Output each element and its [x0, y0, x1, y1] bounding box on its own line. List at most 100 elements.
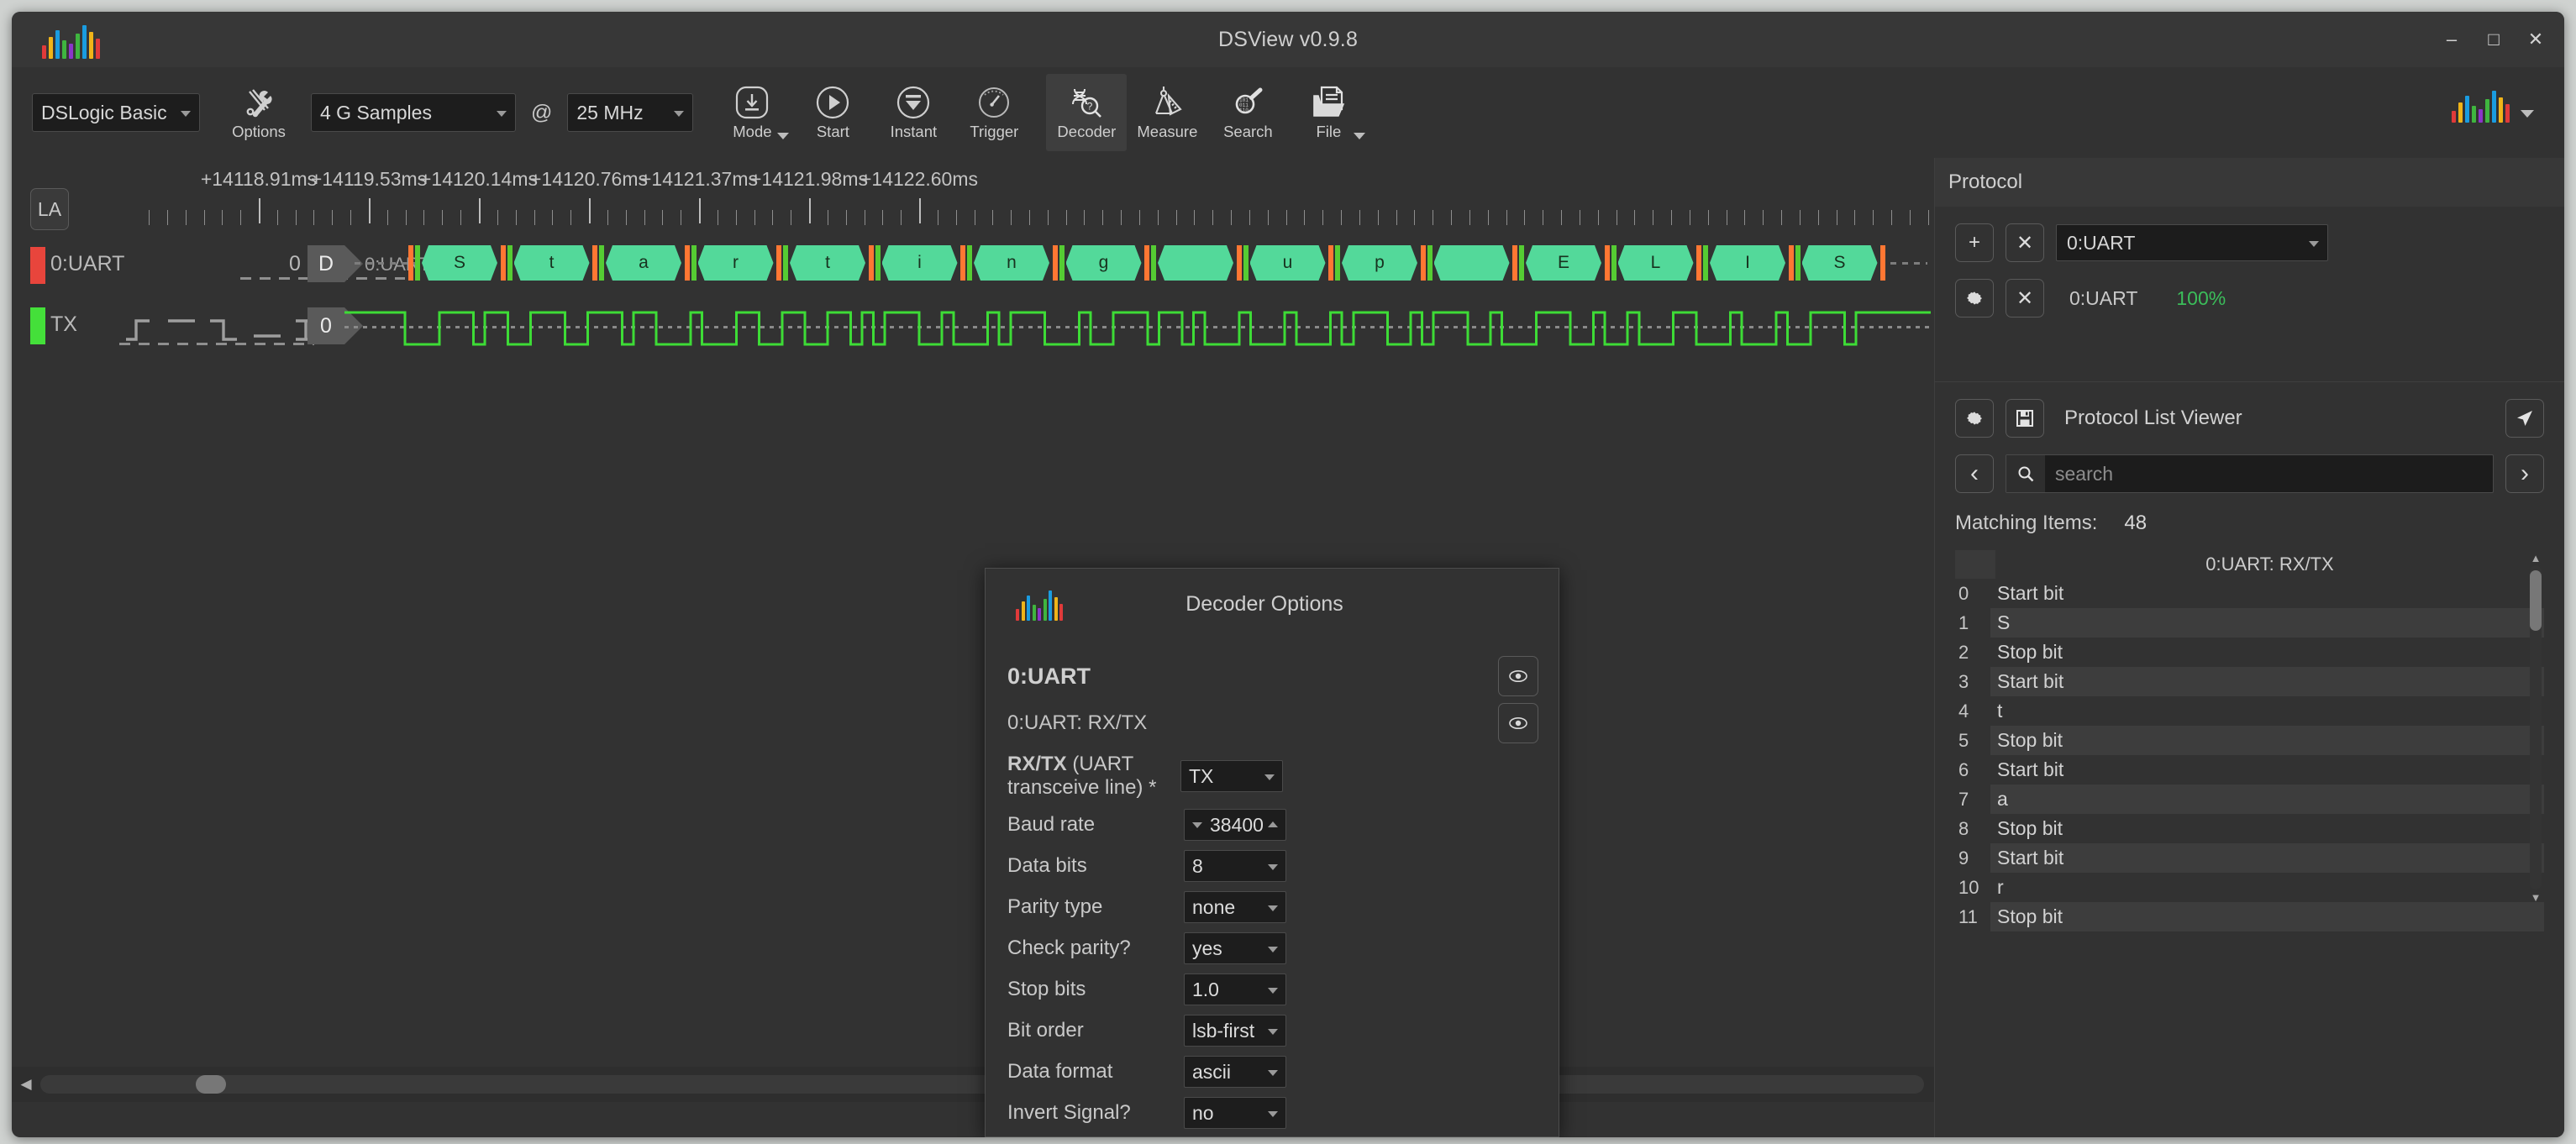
- minimize-button[interactable]: –: [2442, 30, 2462, 49]
- measure-button[interactable]: Measure: [1127, 74, 1207, 151]
- instant-button[interactable]: Instant: [873, 74, 954, 151]
- option-field[interactable]: ascii: [1184, 1056, 1286, 1088]
- table-row[interactable]: 5 Stop bit: [1955, 726, 2544, 755]
- table-scroll-thumb[interactable]: [2530, 570, 2542, 631]
- chevron-down-icon[interactable]: [777, 133, 790, 139]
- scroll-left-arrow[interactable]: ◀: [12, 1076, 40, 1093]
- uart-data-cell[interactable]: a: [606, 245, 681, 281]
- right-logo-icon[interactable]: [2452, 86, 2534, 123]
- horizontal-scrollbar[interactable]: ◀: [12, 1067, 1934, 1102]
- device-select[interactable]: DSLogic Basic: [32, 93, 200, 132]
- remove-all-decoders-button[interactable]: ✕: [2006, 223, 2044, 262]
- next-match-button[interactable]: ›: [2505, 454, 2544, 493]
- table-row[interactable]: 3 Start bit: [1955, 667, 2544, 696]
- uart-data-cell[interactable]: u: [1250, 245, 1326, 281]
- file-button[interactable]: File: [1288, 74, 1369, 151]
- ruler-minor-tick: [497, 210, 498, 225]
- search-box[interactable]: [2006, 454, 2494, 493]
- samples-select[interactable]: 4 G Samples: [311, 93, 516, 132]
- chevron-down-icon[interactable]: [2521, 110, 2534, 118]
- close-button[interactable]: ✕: [2526, 30, 2546, 49]
- table-row[interactable]: 4t: [1955, 696, 2544, 726]
- search-toolbar-button[interactable]: 101 011 110 Search: [1207, 74, 1288, 151]
- uart-data-cell[interactable]: p: [1342, 245, 1417, 281]
- uart-data-cell[interactable]: r: [698, 245, 774, 281]
- decoder-options-dialog[interactable]: Decoder Options 0:UART 0:UART: RX/TX RX/…: [985, 568, 1559, 1137]
- hscroll-thumb[interactable]: [196, 1075, 226, 1094]
- table-row[interactable]: 8 Stop bit: [1955, 814, 2544, 843]
- table-row[interactable]: 1S: [1955, 608, 2544, 638]
- table-row[interactable]: 2 Stop bit: [1955, 638, 2544, 667]
- decoder-trace-row[interactable]: 0:UART 0 D 0:UART StartingupELIS: [12, 242, 1934, 302]
- scroll-down-arrow[interactable]: ▼: [2527, 889, 2544, 905]
- chevron-down-icon[interactable]: [1354, 133, 1366, 139]
- uart-data-cell[interactable]: [1158, 245, 1233, 281]
- decoder-select[interactable]: 0:UART: [2056, 224, 2328, 261]
- table-body[interactable]: 0 Start bit 1 S 2 Stop bit 3 Start bit 4 t 5 Stop b…: [1955, 579, 2544, 931]
- uart-data-cell[interactable]: S: [422, 245, 497, 281]
- table-row[interactable]: 7a: [1955, 785, 2544, 814]
- la-mode-badge[interactable]: LA: [30, 188, 69, 230]
- option-field[interactable]: TX: [1180, 760, 1283, 792]
- remove-decoder-button[interactable]: ✕: [2006, 279, 2044, 317]
- mode-button[interactable]: Mode: [712, 74, 792, 151]
- decoder-annotations[interactable]: 0:UART StartingupELIS: [12, 245, 1934, 282]
- uart-data-cell[interactable]: S: [1802, 245, 1878, 281]
- table-row[interactable]: 10 r: [1955, 873, 2544, 902]
- search-icon[interactable]: [2006, 455, 2045, 492]
- protocol-list-table[interactable]: 0:UART: RX/TX 0 Start bit 1 S 2 Stop bit 3 Star…: [1955, 550, 2544, 931]
- decoder-settings-button[interactable]: [1955, 279, 1994, 317]
- signal-waveform[interactable]: [12, 302, 1934, 403]
- search-input[interactable]: [2045, 462, 2493, 485]
- uart-data-cell[interactable]: i: [882, 245, 958, 281]
- option-field[interactable]: yes: [1184, 932, 1286, 964]
- uart-data-cell[interactable]: t: [514, 245, 590, 281]
- waveform-viewport[interactable]: LA +14118.91ms +14119.53ms +14120.14ms +141…: [12, 158, 1934, 1102]
- chevron-down-icon: [1268, 988, 1278, 994]
- option-field[interactable]: no: [1184, 1097, 1286, 1129]
- samplerate-select[interactable]: 25 MHz: [567, 93, 694, 132]
- uart-data-cell[interactable]: n: [974, 245, 1049, 281]
- time-ruler[interactable]: LA +14118.91ms +14119.53ms +14120.14ms +141…: [12, 158, 1934, 242]
- table-scrollbar[interactable]: ▲ ▼: [2527, 550, 2544, 905]
- hscroll-track[interactable]: [40, 1075, 1924, 1094]
- decoder-visibility-toggle[interactable]: [1498, 656, 1538, 696]
- add-decoder-button[interactable]: +: [1955, 223, 1994, 262]
- uart-data-cell[interactable]: I: [1710, 245, 1785, 281]
- option-field[interactable]: 38400: [1184, 809, 1286, 841]
- options-button[interactable]: Options: [218, 74, 299, 151]
- chevron-down-icon: [1268, 1029, 1278, 1035]
- channel-visibility-toggle[interactable]: [1498, 703, 1538, 743]
- decoder-button[interactable]: ? Decoder: [1046, 74, 1128, 151]
- maximize-button[interactable]: □: [2484, 30, 2504, 49]
- option-field[interactable]: none: [1184, 891, 1286, 923]
- option-field[interactable]: 1.0: [1184, 973, 1286, 1005]
- scroll-up-arrow[interactable]: ▲: [2527, 550, 2544, 565]
- table-row[interactable]: 11 Stop bit: [1955, 902, 2544, 931]
- save-list-button[interactable]: [2006, 399, 2044, 438]
- chevron-up-icon[interactable]: [1268, 821, 1278, 827]
- uart-start-mark: [592, 245, 597, 281]
- table-row[interactable]: 6 Start bit: [1955, 755, 2544, 785]
- chevron-down-icon: [1268, 1111, 1278, 1117]
- table-header-index: [1955, 550, 1995, 579]
- uart-data-cell[interactable]: L: [1618, 245, 1694, 281]
- option-field[interactable]: lsb-first: [1184, 1015, 1286, 1047]
- option-field[interactable]: 8: [1184, 850, 1286, 882]
- signal-trace-row[interactable]: TX 0: [12, 302, 1934, 403]
- option-label: Check parity?: [1007, 937, 1131, 959]
- viewer-settings-button[interactable]: [1955, 399, 1994, 438]
- navigate-to-button[interactable]: [2505, 399, 2544, 438]
- ruler-tick-label: +14118.91ms: [200, 168, 318, 190]
- table-row[interactable]: 0 Start bit: [1955, 579, 2544, 608]
- chevron-down-icon[interactable]: [1192, 822, 1202, 828]
- uart-data-cell[interactable]: [1434, 245, 1510, 281]
- trigger-button[interactable]: Trigger: [954, 74, 1034, 151]
- previous-match-button[interactable]: ‹: [1955, 454, 1994, 493]
- start-button[interactable]: Start: [792, 74, 873, 151]
- uart-data-cell[interactable]: g: [1066, 245, 1142, 281]
- uart-data-cell[interactable]: E: [1526, 245, 1601, 281]
- table-row[interactable]: 9 Start bit: [1955, 843, 2544, 873]
- uart-data-cell[interactable]: t: [790, 245, 865, 281]
- measure-button-label: Measure: [1137, 123, 1198, 140]
